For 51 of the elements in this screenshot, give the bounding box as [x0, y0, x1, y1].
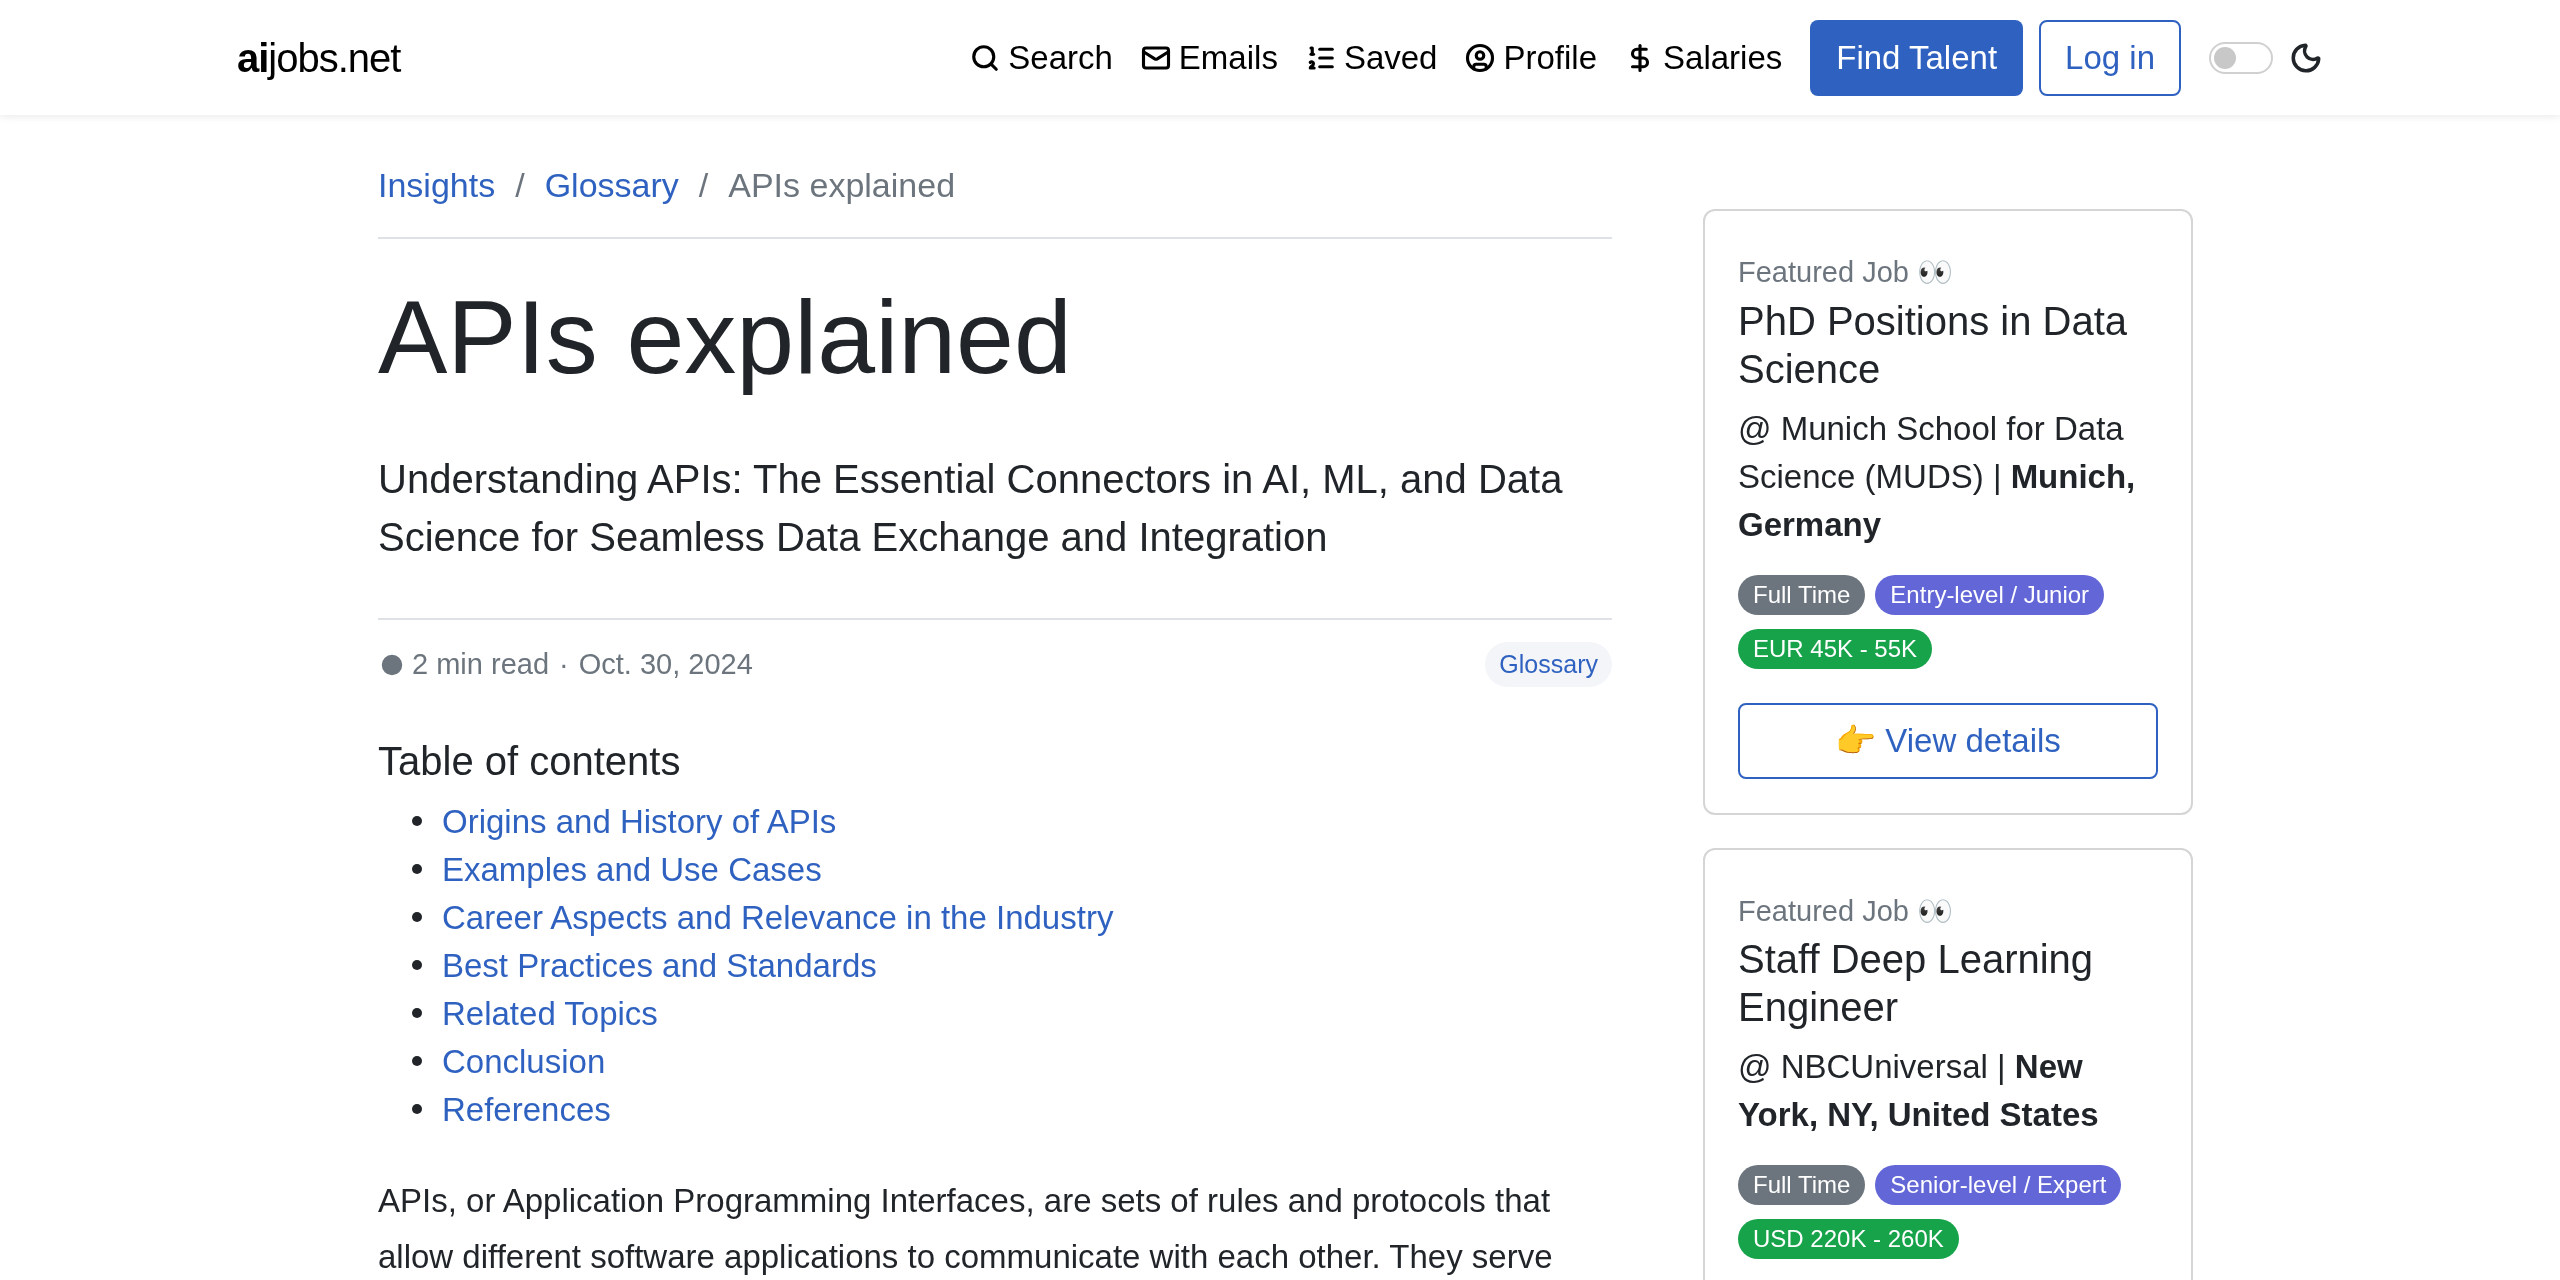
featured-label: Featured Job 👀 [1738, 255, 1954, 290]
toc-link[interactable]: Conclusion [442, 1036, 606, 1087]
breadcrumb-link[interactable]: Glossary [544, 160, 679, 211]
article-paragraph: APIs, or Application Programming Interfaces, are sets of rules and protocols that allow different software applications to communicate with each other. They serve [378, 1181, 1554, 1278]
breadcrumb-separator: / [515, 165, 525, 206]
toc-heading: Table of contents [378, 738, 682, 786]
job-badge: USD 220K - 260K [1738, 1219, 1959, 1259]
toc-link[interactable]: Origins and History of APIs [442, 796, 837, 847]
nav-link[interactable]: Emails [1140, 32, 1278, 83]
job-badge: Senior-level / Expert [1875, 1165, 2122, 1205]
breadcrumb-link[interactable]: Insights [378, 160, 496, 211]
nav-link[interactable]: Salaries [1625, 32, 1783, 83]
toc-link[interactable]: Examples and Use Cases [442, 844, 822, 895]
job-company: @ NBCUniversal | New York, NY, United States [1738, 1047, 2100, 1135]
nav-link[interactable]: Profile [1465, 32, 1597, 83]
bullet-icon [412, 1056, 422, 1067]
nav-link[interactable]: Search [970, 32, 1113, 83]
bullet-icon [412, 912, 422, 923]
job-badge: Entry-level / Junior [1875, 574, 2105, 615]
breadcrumb-separator: / [698, 165, 709, 206]
user-icon [1465, 42, 1496, 73]
featured-label: Featured Job 👀 [1738, 893, 1954, 929]
article-title: APIs explained [378, 278, 1073, 397]
view-details-button[interactable]: 👉 View details [1738, 702, 2158, 779]
article-subtitle: Understanding APIs: The Essential Connectors in AI, ML, and Data Science for Seamless Data Exchange and Integration [378, 449, 1612, 620]
nav-link[interactable]: Saved [1305, 32, 1438, 83]
search-icon [970, 42, 1001, 73]
bullet-icon [412, 816, 422, 827]
bullet-icon [412, 960, 422, 971]
site-logo[interactable]: aijobs.net [237, 27, 401, 88]
breadcrumb-link[interactable]: APIs explained [728, 160, 956, 211]
read-time: 2 min read [412, 646, 549, 682]
job-badge: Full Time [1738, 574, 1866, 615]
toc-link[interactable]: References [442, 1084, 611, 1135]
find-talent-button[interactable]: Find Talent [1810, 19, 2024, 96]
job-title[interactable]: PhD Positions in Data Science [1738, 296, 2158, 393]
job-badge: EUR 45K - 55K [1738, 628, 1933, 669]
bullet-icon [412, 1008, 422, 1019]
toc-link[interactable]: Best Practices and Standards [442, 940, 877, 991]
toc-link[interactable]: Career Aspects and Relevance in the Industry [442, 892, 1114, 943]
toc-link[interactable]: Related Topics [442, 988, 658, 1039]
bullet-icon [412, 1104, 422, 1115]
job-company: @ Munich School for Data Science (MUDS) | Munich, Germany [1738, 408, 2137, 545]
theme-toggle[interactable] [2209, 41, 2273, 74]
job-title[interactable]: Staff Deep Learning Engineer [1738, 935, 2158, 1031]
separator-dot: · [559, 646, 569, 682]
publish-date: Oct. 30, 2024 [578, 646, 753, 682]
category-tag[interactable]: Glossary [1485, 641, 1612, 688]
bullet-icon [412, 864, 422, 875]
job-badge: Full Time [1738, 1165, 1866, 1205]
login-button[interactable]: Log in [2039, 19, 2181, 96]
